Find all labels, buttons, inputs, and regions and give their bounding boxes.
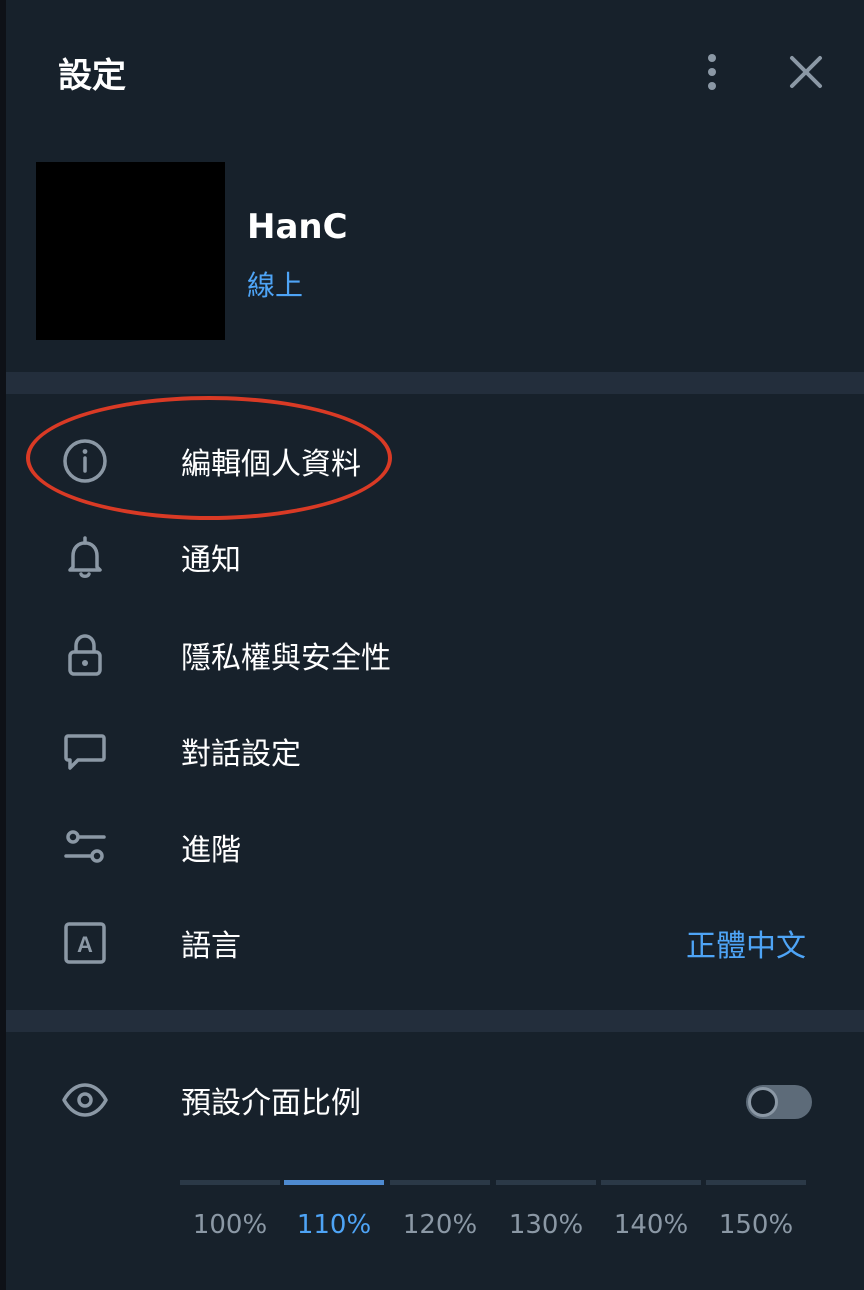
menu-item-label: 語言 — [181, 929, 241, 964]
info-icon — [63, 439, 107, 483]
eye-icon — [62, 1083, 108, 1117]
close-button[interactable] — [784, 50, 828, 94]
scale-option-bar[interactable] — [601, 1180, 701, 1185]
scale-option-140[interactable]: 140% — [601, 1210, 701, 1240]
profile-name: HanC — [247, 207, 348, 247]
close-icon — [790, 56, 822, 88]
scale-option-100[interactable]: 100% — [180, 1210, 280, 1240]
scale-option-bar[interactable] — [706, 1180, 806, 1185]
menu-item-label: 編輯個人資料 — [181, 447, 361, 482]
settings-panel: 設定 HanC 線上 編輯個人資料 通知 隱私權與安全性 對話設定 進階 A 語… — [6, 0, 864, 1290]
scale-option-bar[interactable] — [180, 1180, 280, 1185]
interface-scale-toggle[interactable] — [746, 1085, 812, 1119]
svg-text:A: A — [77, 932, 93, 957]
toggle-knob — [748, 1087, 778, 1117]
section-divider — [6, 1010, 864, 1032]
avatar[interactable] — [36, 162, 225, 340]
scale-option-120[interactable]: 120% — [390, 1210, 490, 1240]
menu-item-edit-profile[interactable]: 編輯個人資料 — [6, 413, 864, 509]
menu-item-label: 進階 — [181, 833, 241, 868]
settings-header: 設定 — [6, 0, 864, 140]
page-title: 設定 — [58, 56, 126, 96]
section-divider — [6, 372, 864, 394]
more-dot-icon — [708, 68, 716, 76]
scale-option-bar-selected[interactable] — [284, 1180, 384, 1185]
profile-status: 線上 — [247, 269, 304, 302]
more-dot-icon — [708, 82, 716, 90]
language-icon: A — [64, 922, 106, 964]
lock-icon — [68, 634, 102, 676]
more-options-button[interactable] — [692, 48, 732, 96]
scale-option-bar[interactable] — [390, 1180, 490, 1185]
interface-scale-row[interactable]: 預設介面比例 — [6, 1052, 864, 1148]
menu-item-notifications[interactable]: 通知 — [6, 509, 864, 605]
menu-item-advanced[interactable]: 進階 — [6, 799, 864, 895]
sliders-icon — [64, 830, 106, 863]
scale-option-110[interactable]: 110% — [284, 1210, 384, 1240]
language-value: 正體中文 — [686, 929, 806, 964]
chat-bubble-icon — [64, 734, 106, 770]
more-dot-icon — [708, 54, 716, 62]
menu-item-label: 隱私權與安全性 — [181, 641, 391, 676]
scale-option-bar[interactable] — [496, 1180, 596, 1185]
scale-option-130[interactable]: 130% — [496, 1210, 596, 1240]
menu-item-language[interactable]: A 語言 正體中文 — [6, 895, 864, 991]
menu-item-label: 通知 — [181, 543, 241, 578]
menu-item-privacy[interactable]: 隱私權與安全性 — [6, 607, 864, 703]
menu-item-chat-settings[interactable]: 對話設定 — [6, 703, 864, 799]
scale-option-150[interactable]: 150% — [706, 1210, 806, 1240]
bell-icon — [68, 536, 102, 578]
menu-item-label: 對話設定 — [181, 737, 301, 772]
interface-scale-label: 預設介面比例 — [181, 1086, 361, 1121]
